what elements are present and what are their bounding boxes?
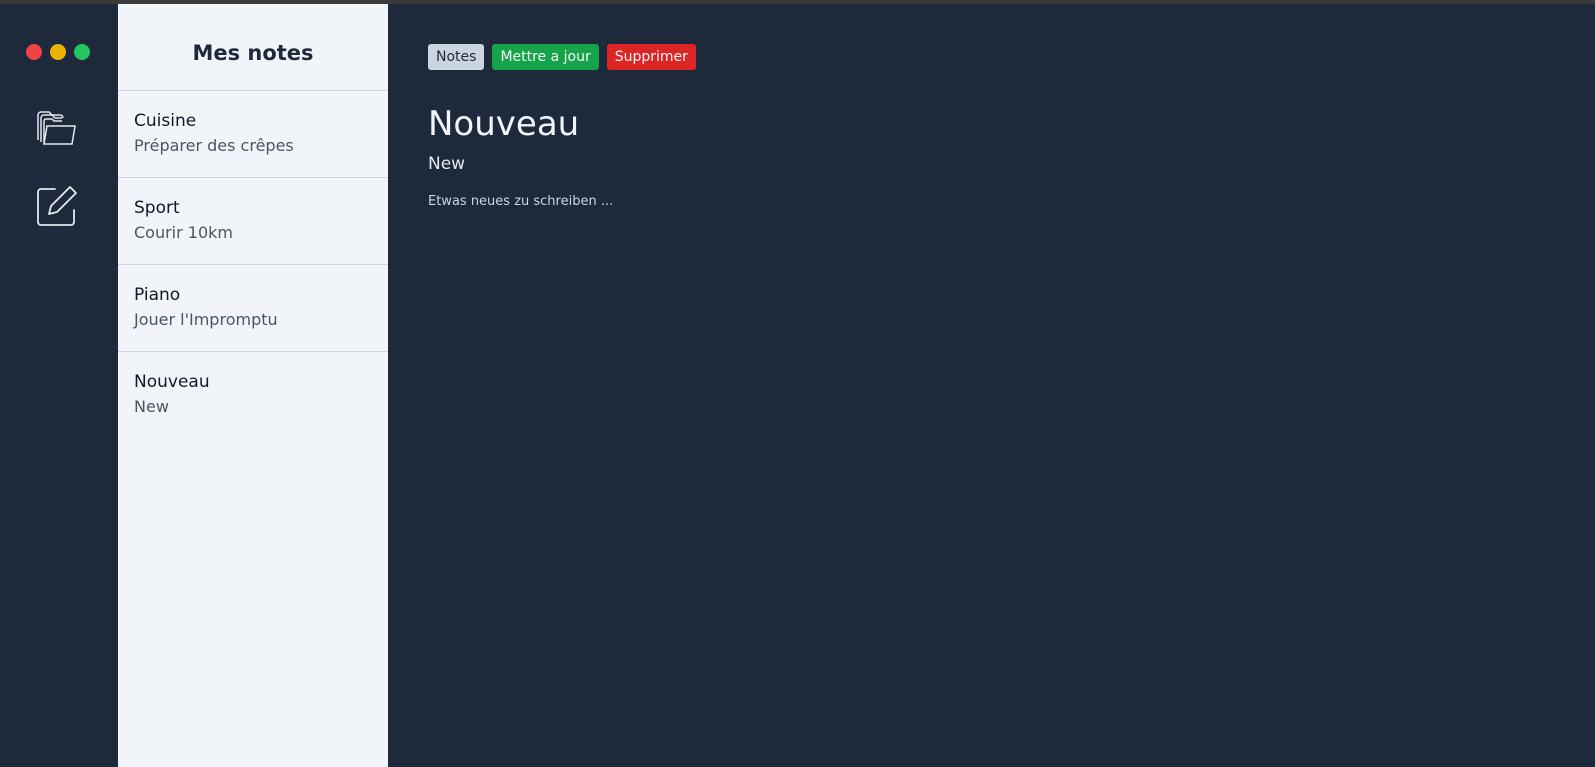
note-item-subtitle: Préparer des crêpes (134, 136, 294, 155)
minimize-window-button[interactable] (50, 44, 66, 60)
note-subtitle: New (428, 154, 466, 174)
note-item-title: Sport (134, 198, 180, 218)
delete-button[interactable]: Supprimer (606, 44, 696, 70)
note-item-title: Piano (134, 285, 181, 305)
notes-list-panel: Mes notes Cuisine Préparer des crêpes Sp… (118, 4, 388, 767)
note-item-title: Cuisine (134, 111, 197, 131)
note-item-subtitle: Jouer l'Impromptu (134, 310, 278, 329)
notes-button[interactable]: Notes (428, 44, 485, 70)
toolbar: Notes Mettre a jour Supprimer (428, 44, 1555, 70)
note-list-item[interactable]: Nouveau New (118, 352, 388, 439)
sidebar (0, 4, 118, 767)
maximize-window-button[interactable] (74, 44, 90, 60)
note-item-subtitle: New (134, 397, 169, 416)
note-item-title: Nouveau (134, 372, 210, 392)
edit-icon[interactable] (35, 184, 79, 228)
note-list-item[interactable]: Piano Jouer l'Impromptu (118, 265, 388, 352)
note-detail: Notes Mettre a jour Supprimer Nouveau Ne… (388, 4, 1595, 767)
note-title: Nouveau (428, 104, 580, 144)
note-item-subtitle: Courir 10km (134, 223, 233, 242)
note-list-item[interactable]: Sport Courir 10km (118, 178, 388, 265)
folders-icon[interactable] (35, 106, 79, 150)
update-button[interactable]: Mettre a jour (492, 44, 599, 70)
note-list-item[interactable]: Cuisine Préparer des crêpes (118, 91, 388, 178)
window-controls (26, 44, 90, 60)
note-content: Etwas neues zu schreiben ... (428, 194, 614, 209)
close-window-button[interactable] (26, 44, 42, 60)
notes-list-title: Mes notes (118, 4, 388, 91)
